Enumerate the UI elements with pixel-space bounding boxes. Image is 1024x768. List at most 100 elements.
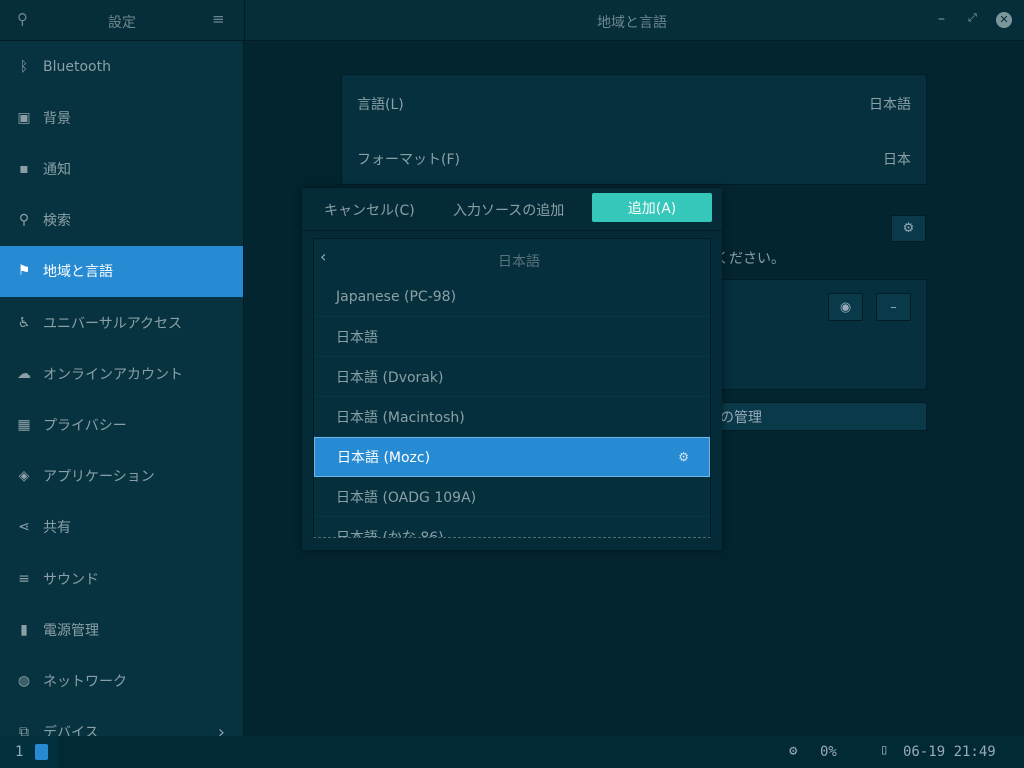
sidebar-item[interactable]: ♿ ユニバーサルアクセス (0, 297, 243, 348)
sidebar-item[interactable]: ◍ ネットワーク (0, 655, 243, 706)
sidebar-item[interactable]: ⧉ デバイス › (0, 707, 243, 736)
taskbar: 1 ⚙ 0% ▯ 06-19 21:49 (0, 736, 1024, 768)
list-header: ‹ 日本語 (314, 239, 710, 279)
divider (302, 230, 722, 231)
hamburger-menu-icon[interactable]: ≡ (212, 10, 225, 28)
manage-button-label: の管理 (720, 409, 762, 426)
battery-icon: ▮ (20, 621, 28, 638)
sidebar-item-label: ユニバーサルアクセス (43, 315, 183, 332)
cpu-usage: 0% (820, 744, 837, 760)
sidebar-item[interactable]: ⚑ 地域と言語 (0, 245, 243, 297)
calendar-icon: ▯ (880, 742, 889, 758)
back-chevron-icon[interactable]: ‹ (320, 247, 326, 266)
sidebar-item-label: Bluetooth (43, 58, 111, 75)
sidebar-item-label: ネットワーク (43, 673, 127, 690)
list-item-label: 日本語 (OADG 109A) (336, 489, 477, 506)
workspace-number: 1 (15, 744, 24, 760)
applications-icon: ◈ (18, 468, 30, 485)
search-icon: ⚲ (18, 212, 30, 229)
share-icon: ⋖ (18, 519, 30, 536)
list-item[interactable]: 日本語 (Macintosh) (314, 397, 710, 437)
globe-icon: ◍ (17, 672, 31, 689)
accessibility-icon: ♿ (17, 314, 31, 331)
chevron-right-icon: › (217, 721, 225, 736)
sidebar-item[interactable]: ≡ サウンド (0, 553, 243, 604)
sidebar-item[interactable]: ☁ オンラインアカウント (0, 348, 243, 399)
language-label: 言語(L) (357, 97, 404, 113)
list-item[interactable]: Japanese (PC-98) (314, 277, 710, 317)
list-item-label: 日本語 (Mozc) (337, 450, 431, 466)
privacy-icon: ▦ (17, 416, 31, 433)
input-source-list: ‹ 日本語 Japanese (PC-98) 日本語日本語 (Dvorak) 日本語… (313, 238, 711, 538)
sidebar-item-label: アプリケーション (43, 469, 155, 486)
hint-text: ください。 (715, 251, 785, 267)
sidebar-item-label: 通知 (43, 161, 71, 178)
list-title: 日本語 (498, 254, 540, 270)
format-value: 日本 (883, 152, 911, 168)
search-icon[interactable]: ⚲ (17, 10, 28, 28)
sidebar-item[interactable]: ⋖ 共有 (0, 502, 243, 553)
devices-icon: ⧉ (19, 724, 29, 736)
workspace-indicator[interactable]: 1 (0, 736, 58, 768)
list-item-label: 日本語 (Dvorak) (336, 369, 444, 386)
sidebar-item[interactable]: ᛒ Bluetooth (0, 41, 243, 92)
sidebar-item-label: 電源管理 (43, 622, 99, 639)
sidebar-item[interactable]: ▣ 背景 (0, 92, 243, 143)
list-item[interactable]: 日本語 (Dvorak) (314, 357, 710, 397)
maximize-button[interactable]: ⤢ (968, 11, 977, 25)
list-item-label: 日本語 (336, 329, 378, 346)
sidebar-item-label: オンラインアカウント (43, 366, 183, 383)
remove-button[interactable]: – (876, 293, 911, 321)
cpu-icon: ⚙ (789, 743, 798, 759)
settings-gears-icon[interactable]: ⚙ (678, 450, 689, 464)
flag-icon: ⚑ (17, 263, 31, 280)
sidebar-item[interactable]: ▦ プライバシー (0, 399, 243, 450)
format-row[interactable]: フォーマット(F) 日本 (357, 149, 911, 169)
sound-icon: ≡ (18, 570, 30, 587)
input-settings-button[interactable]: ⚙ (891, 215, 926, 242)
language-format-panel: 言語(L) 日本語 フォーマット(F) 日本 (341, 74, 927, 185)
format-label: フォーマット(F) (357, 152, 460, 168)
add-button[interactable]: 追加(A) (592, 193, 712, 222)
sidebar-header: ⚲ 設定 ≡ (0, 0, 245, 41)
add-button-label: 追加(A) (627, 200, 677, 217)
bluetooth-icon: ᛒ (19, 58, 29, 75)
notification-icon: ▪ (19, 160, 29, 177)
sidebar-item[interactable]: ⚲ 検索 (0, 195, 243, 246)
window-header: 地域と言語 – ⤢ ✕ (245, 0, 1024, 41)
window-title: 地域と言語 (597, 15, 667, 31)
monitor-icon: ▣ (17, 109, 31, 126)
list-item-label: 日本語 (かな 86) (336, 529, 444, 538)
add-input-source-dialog: キャンセル(C) 入力ソースの追加 追加(A) ‹ 日本語 Japanese (… (302, 188, 722, 550)
gear-icon: ⚙ (902, 221, 915, 236)
sidebar: ᛒ Bluetooth ▣ 背景 ▪ 通知 ⚲ 検索 ⚑ 地域と言語 ♿ ユニバーサルアクセス ☁ オンラ… (0, 41, 244, 736)
sidebar-item-label: プライバシー (43, 417, 127, 434)
list-item[interactable]: 日本語 (OADG 109A) (314, 477, 710, 517)
clock[interactable]: 06-19 21:49 (903, 744, 996, 760)
list-item-label: 日本語 (Macintosh) (336, 409, 465, 426)
eye-icon: ◉ (839, 299, 852, 315)
close-button[interactable]: ✕ (996, 12, 1012, 28)
list-item-label: Japanese (PC-98) (336, 288, 457, 305)
sidebar-item[interactable]: ◈ アプリケーション (0, 451, 243, 502)
language-value: 日本語 (869, 97, 911, 113)
list-item[interactable]: 日本語 (かな 86) (314, 517, 710, 538)
minus-icon: – (890, 299, 897, 315)
language-row[interactable]: 言語(L) 日本語 (357, 94, 911, 114)
list-item[interactable]: 日本語 (314, 317, 710, 357)
dialog-title: 入力ソースの追加 (453, 203, 565, 219)
sidebar-title: 設定 (108, 15, 136, 31)
sidebar-item-label: 地域と言語 (43, 264, 113, 281)
window-indicator (35, 744, 48, 760)
sidebar-item-label: サウンド (43, 571, 99, 588)
list-item[interactable]: 日本語 (Mozc) ⚙ (314, 437, 710, 477)
sidebar-item-label: デバイス (43, 725, 99, 736)
cancel-button[interactable]: キャンセル(C) (324, 200, 415, 220)
sidebar-item[interactable]: ▮ 電源管理 (0, 604, 243, 655)
cloud-icon: ☁ (17, 365, 31, 382)
sidebar-item-label: 共有 (43, 520, 71, 537)
sidebar-item[interactable]: ▪ 通知 (0, 143, 243, 194)
sidebar-item-label: 検索 (43, 213, 71, 230)
minimize-button[interactable]: – (938, 11, 945, 27)
preview-button[interactable]: ◉ (828, 293, 863, 321)
